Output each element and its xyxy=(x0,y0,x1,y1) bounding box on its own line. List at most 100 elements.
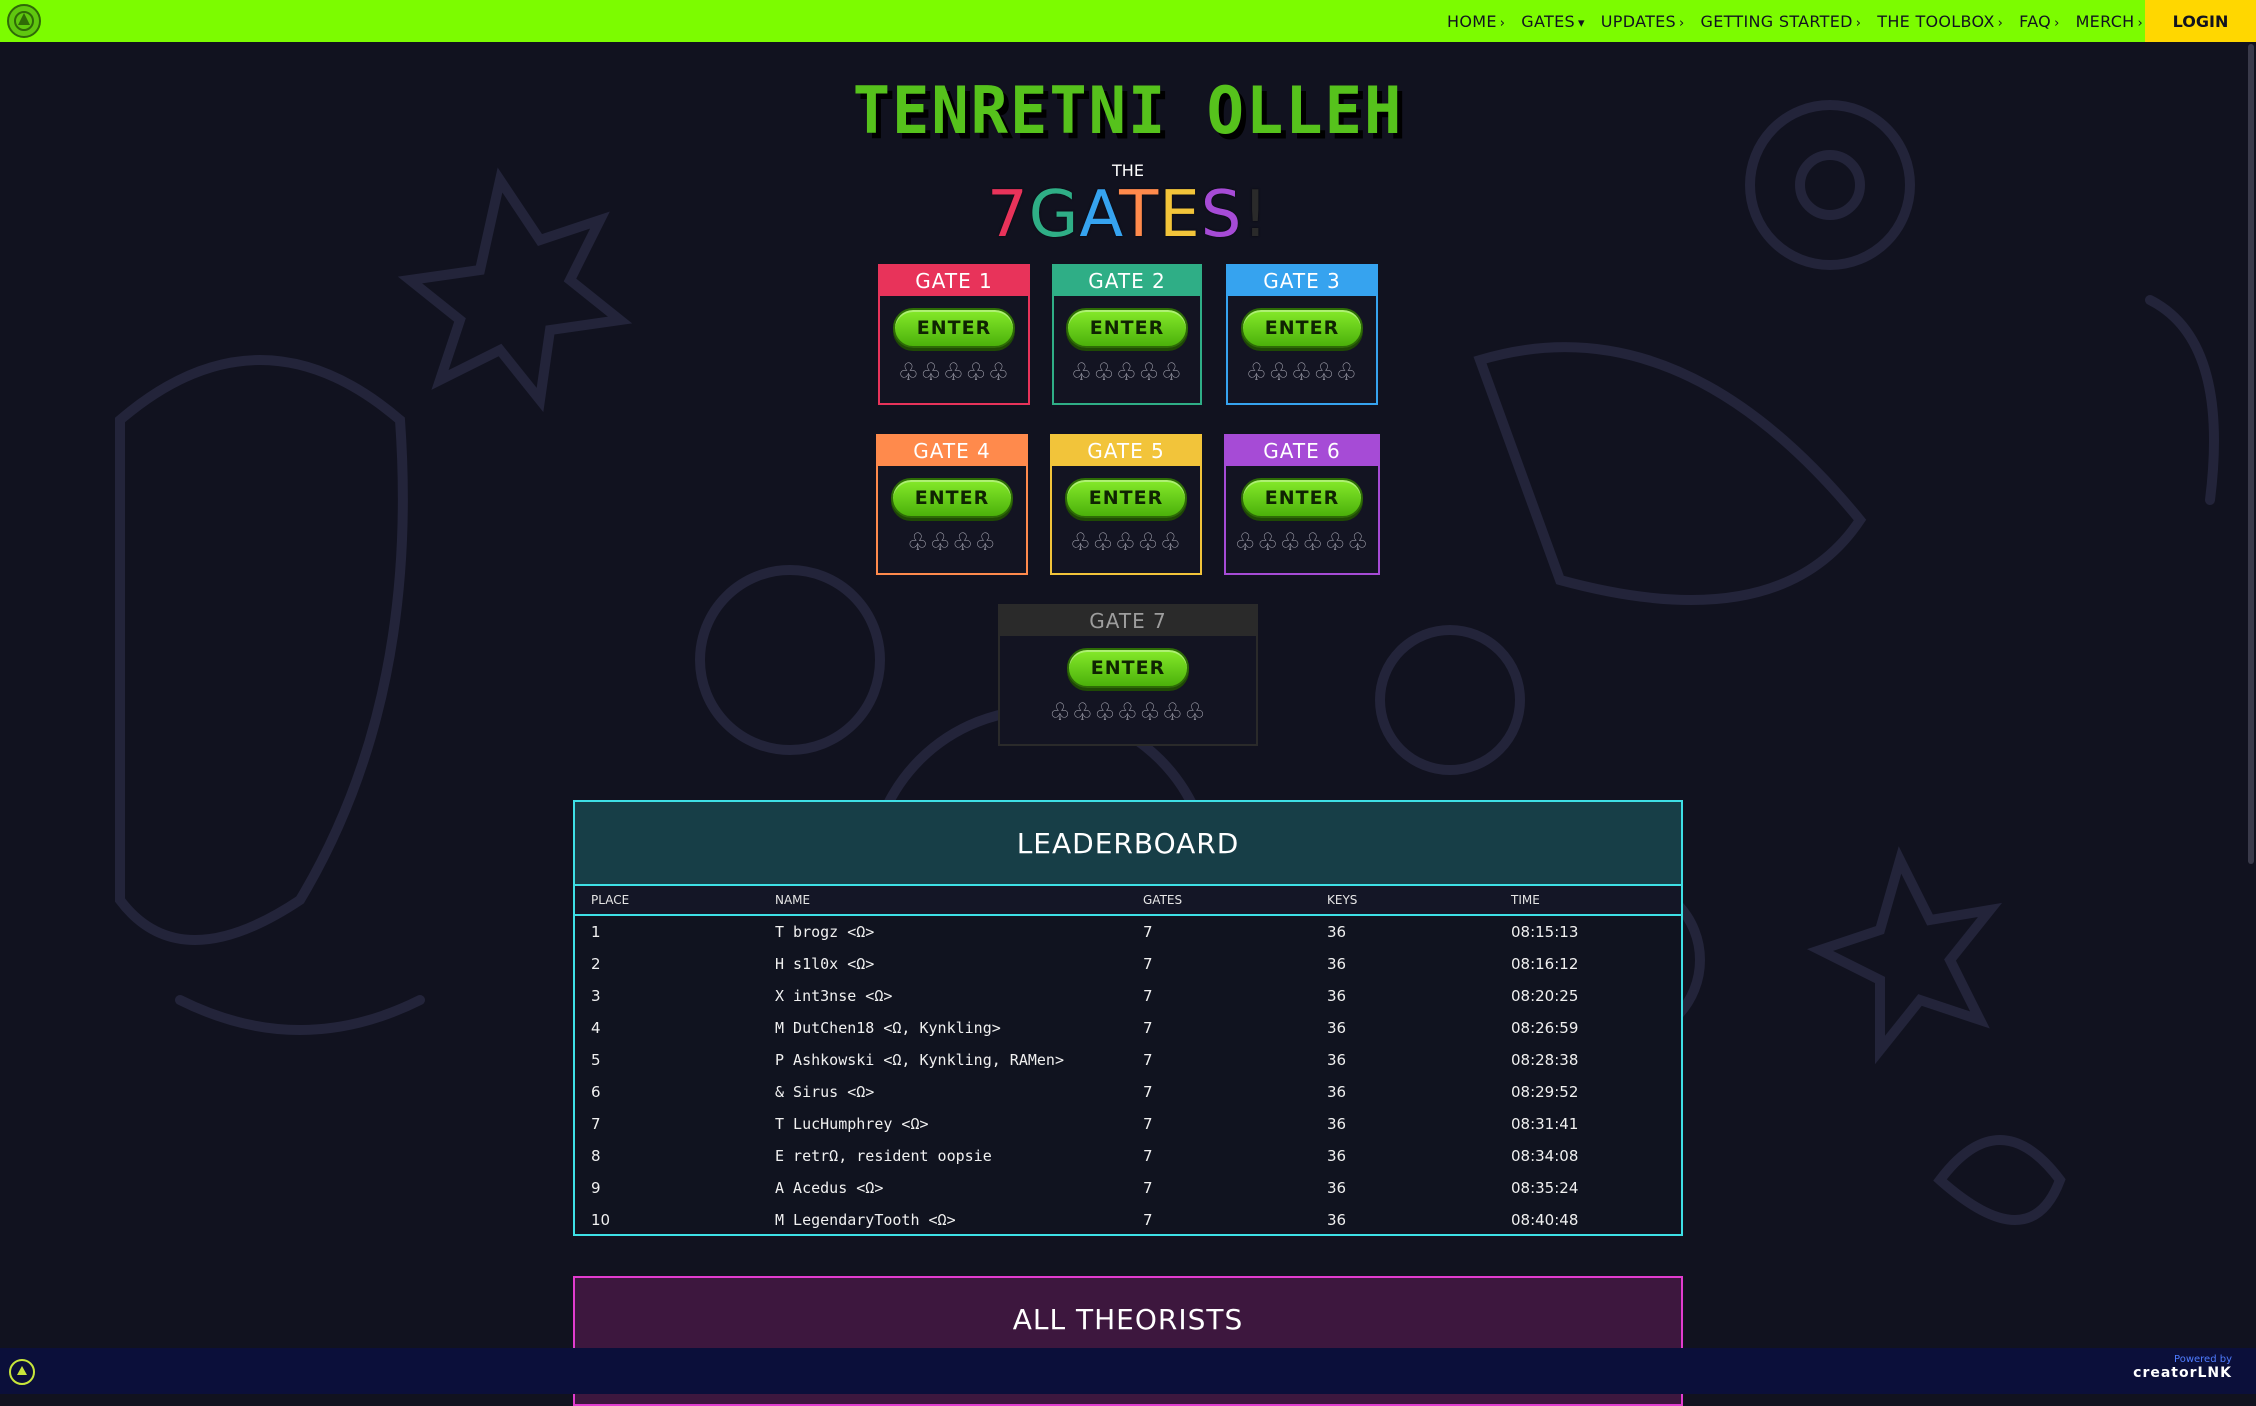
enter-button[interactable]: ENTER xyxy=(891,478,1013,518)
cell-gates: 7 xyxy=(1143,923,1153,941)
gates-title-letter: G xyxy=(1028,178,1080,252)
col-keys: KEYS xyxy=(1327,893,1358,907)
cell-place: 5 xyxy=(591,1051,601,1069)
gate-title: GATE 7 xyxy=(1000,606,1256,636)
cell-keys: 36 xyxy=(1327,1179,1347,1197)
site-logo-icon[interactable] xyxy=(8,1358,36,1386)
enter-button[interactable]: ENTER xyxy=(1066,308,1188,348)
cell-keys: 36 xyxy=(1327,923,1347,941)
cell-place: 10 xyxy=(591,1211,611,1229)
chevron-right-icon: › xyxy=(2054,15,2060,31)
gates-title-letter: E xyxy=(1159,178,1201,252)
cell-time: 08:20:25 xyxy=(1511,987,1579,1005)
cell-place: 8 xyxy=(591,1147,601,1165)
chevron-right-icon: › xyxy=(2137,15,2143,31)
gates-title-letter: S xyxy=(1200,178,1243,252)
cell-gates: 7 xyxy=(1143,955,1153,973)
cell-time: 08:15:13 xyxy=(1511,923,1579,941)
cell-name: T brogz <Ω> xyxy=(775,923,875,941)
gate-title: GATE 3 xyxy=(1228,266,1376,296)
cell-gates: 7 xyxy=(1143,1083,1153,1101)
cell-time: 08:29:52 xyxy=(1511,1083,1579,1101)
cell-name: M DutChen18 <Ω, Kynkling> xyxy=(775,1019,1001,1037)
gate-title: GATE 1 xyxy=(880,266,1028,296)
nav-the-toolbox[interactable]: THE TOOLBOX › xyxy=(1877,12,2003,31)
seven-gates-title: 7GATES! xyxy=(0,178,2256,252)
gate-card-6: GATE 6 ENTER ♧♧♧♧♧♧ xyxy=(1224,434,1380,575)
chevron-right-icon: › xyxy=(1679,15,1685,31)
gate-card-2: GATE 2 ENTER ♧♧♧♧♧ xyxy=(1052,264,1202,405)
col-place: PLACE xyxy=(591,893,630,907)
table-row: 5 P Ashkowski <Ω, Kynkling, RAMen> 7 36 … xyxy=(575,1044,1681,1076)
cell-time: 08:40:48 xyxy=(1511,1211,1579,1229)
cell-name: X int3nse <Ω> xyxy=(775,987,893,1005)
cell-name: P Ashkowski <Ω, Kynkling, RAMen> xyxy=(775,1051,1064,1069)
table-row: 8 E retrΩ, resident oopsie 7 36 08:34:08 xyxy=(575,1140,1681,1172)
cell-keys: 36 xyxy=(1327,1083,1347,1101)
keys-icon: ♧♧♧♧♧ xyxy=(1070,358,1184,386)
gate-title: GATE 6 xyxy=(1226,436,1378,466)
gate-title: GATE 2 xyxy=(1054,266,1200,296)
cell-place: 6 xyxy=(591,1083,601,1101)
gate-card-7: GATE 7 ENTER ♧♧♧♧♧♧♧ xyxy=(998,604,1258,746)
keys-icon: ♧♧♧♧♧♧♧ xyxy=(1049,698,1207,726)
gates-title-letter: ! xyxy=(1242,178,1269,252)
top-navbar: HOME › GATES ▾ UPDATES › GETTING STARTED › T… xyxy=(0,0,2256,42)
leaderboard: LEADERBOARD PLACE NAME GATES KEYS TIME 1… xyxy=(573,800,1683,1236)
leaderboard-header-row: PLACE NAME GATES KEYS TIME xyxy=(575,886,1681,916)
col-time: TIME xyxy=(1511,893,1540,907)
gate-card-4: GATE 4 ENTER ♧♧♧♧ xyxy=(876,434,1028,575)
col-name: NAME xyxy=(775,893,811,907)
keys-icon: ♧♧♧♧♧ xyxy=(1245,358,1359,386)
nav-gates[interactable]: GATES ▾ xyxy=(1521,12,1584,31)
cell-name: M LegendaryTooth <Ω> xyxy=(775,1211,956,1229)
table-row: 2 H s1l0x <Ω> 7 36 08:16:12 xyxy=(575,948,1681,980)
main-nav: HOME › GATES ▾ UPDATES › GETTING STARTED › T… xyxy=(1431,0,2143,42)
col-gates: GATES xyxy=(1143,893,1183,907)
cell-gates: 7 xyxy=(1143,1051,1153,1069)
enter-button[interactable]: ENTER xyxy=(893,308,1015,348)
nav-home[interactable]: HOME › xyxy=(1447,12,1505,31)
site-logo-icon[interactable] xyxy=(6,3,42,39)
cell-time: 08:28:38 xyxy=(1511,1051,1579,1069)
cell-name: & Sirus <Ω> xyxy=(775,1083,875,1101)
scrollbar-thumb[interactable] xyxy=(2248,44,2254,864)
cell-keys: 36 xyxy=(1327,1147,1347,1165)
cell-keys: 36 xyxy=(1327,1051,1347,1069)
login-button[interactable]: LOGIN xyxy=(2145,0,2256,42)
cell-gates: 7 xyxy=(1143,1147,1153,1165)
nav-getting-started[interactable]: GETTING STARTED › xyxy=(1701,12,1862,31)
cell-gates: 7 xyxy=(1143,1211,1153,1229)
powered-by-label: Powered by xyxy=(2174,1354,2232,1365)
enter-button[interactable]: ENTER xyxy=(1241,478,1363,518)
cell-name: A Acedus <Ω> xyxy=(775,1179,884,1197)
enter-button[interactable]: ENTER xyxy=(1241,308,1363,348)
nav-faq[interactable]: FAQ › xyxy=(2019,12,2059,31)
gates-title-letter: 7 xyxy=(987,178,1029,252)
nav-merch[interactable]: MERCH › xyxy=(2076,12,2143,31)
keys-icon: ♧♧♧♧♧ xyxy=(897,358,1011,386)
cell-place: 2 xyxy=(591,955,601,973)
cell-name: H s1l0x <Ω> xyxy=(775,955,875,973)
table-row: 4 M DutChen18 <Ω, Kynkling> 7 36 08:26:5… xyxy=(575,1012,1681,1044)
table-row: 7 T LucHumphrey <Ω> 7 36 08:31:41 xyxy=(575,1108,1681,1140)
cell-place: 1 xyxy=(591,923,601,941)
keys-icon: ♧♧♧♧♧ xyxy=(1069,528,1183,556)
nav-updates[interactable]: UPDATES › xyxy=(1601,12,1685,31)
cell-keys: 36 xyxy=(1327,987,1347,1005)
cell-time: 08:35:24 xyxy=(1511,1179,1579,1197)
powered-by[interactable]: Powered by creatorLNK xyxy=(2133,1354,2232,1381)
gate-title: GATE 5 xyxy=(1052,436,1200,466)
chevron-right-icon: › xyxy=(1997,15,2004,31)
enter-button[interactable]: ENTER xyxy=(1067,648,1189,688)
gates-title-letter: T xyxy=(1119,178,1160,252)
site-title: TENRETNI OLLEH xyxy=(852,72,1404,149)
gate-card-5: GATE 5 ENTER ♧♧♧♧♧ xyxy=(1050,434,1202,575)
cell-name: T LucHumphrey <Ω> xyxy=(775,1115,929,1133)
cell-place: 7 xyxy=(591,1115,601,1133)
table-row: 3 X int3nse <Ω> 7 36 08:20:25 xyxy=(575,980,1681,1012)
gate-card-3: GATE 3 ENTER ♧♧♧♧♧ xyxy=(1226,264,1378,405)
table-row: 1 T brogz <Ω> 7 36 08:15:13 xyxy=(575,916,1681,948)
cell-keys: 36 xyxy=(1327,1019,1347,1037)
enter-button[interactable]: ENTER xyxy=(1065,478,1187,518)
